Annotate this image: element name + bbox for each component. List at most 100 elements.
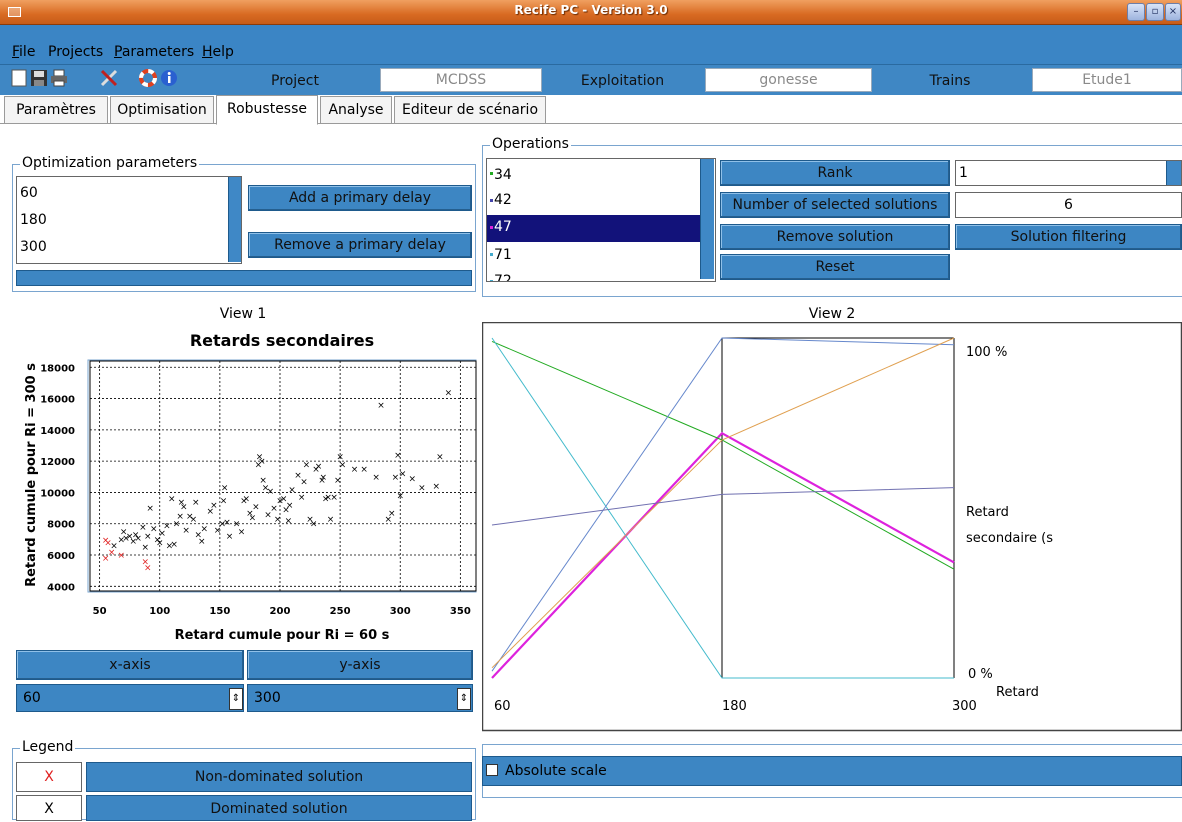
data-point: × xyxy=(252,503,260,513)
y-tick-label: 6000 xyxy=(47,551,75,562)
menu-parameters[interactable]: Parameters xyxy=(114,44,194,60)
rank-spinner[interactable]: 1 xyxy=(955,160,1182,186)
new-file-icon[interactable] xyxy=(10,69,28,87)
y-axis-select[interactable]: 300 xyxy=(247,684,473,712)
tools-icon[interactable] xyxy=(100,69,118,87)
project-field[interactable]: MCDSS xyxy=(380,68,542,92)
y-tick-label: 18000 xyxy=(40,363,75,374)
x-axis-select[interactable]: 60 xyxy=(16,684,244,712)
list-item-selected[interactable]: 47 xyxy=(487,215,701,242)
menu-projects[interactable]: Projects xyxy=(48,44,103,60)
scatter-chart: Retards secondaires 50 100 150 200 250 300 350… xyxy=(24,331,477,643)
data-point: × xyxy=(176,512,184,522)
remove-solution-button[interactable]: Remove solution xyxy=(720,224,950,250)
data-point: × xyxy=(150,524,158,534)
x-tick-label: 150 xyxy=(209,606,230,617)
data-point: × xyxy=(372,473,380,483)
data-point: × xyxy=(192,498,200,508)
minimize-icon[interactable]: – xyxy=(1127,3,1145,21)
maximize-icon[interactable]: ▫ xyxy=(1146,3,1164,21)
chart-title: Retards secondaires xyxy=(190,331,374,350)
data-point: × xyxy=(226,532,234,542)
view1-title: View 1 xyxy=(219,306,267,322)
x-tick-label: 250 xyxy=(330,606,351,617)
data-point: × xyxy=(156,538,164,548)
tab-parametres[interactable]: Paramètres xyxy=(4,96,108,124)
x-axis-header: x-axis xyxy=(16,650,244,680)
menu-file[interactable]: File xyxy=(12,44,35,60)
legend-label-nondominated: Non-dominated solution xyxy=(86,762,472,792)
y-select-arrows-icon[interactable]: ⇕ xyxy=(457,688,471,710)
data-point: × xyxy=(334,476,342,486)
remove-primary-delay-button[interactable]: Remove a primary delay xyxy=(248,232,472,258)
close-icon[interactable]: × xyxy=(1165,3,1181,21)
list-item[interactable]: 180 xyxy=(20,212,47,228)
data-point: × xyxy=(258,457,266,467)
list-item[interactable]: 42 xyxy=(487,188,701,215)
view2-title: View 2 xyxy=(808,306,856,322)
rank-label: Rank xyxy=(720,160,950,186)
reset-button[interactable]: Reset xyxy=(720,254,950,280)
x-select-arrows-icon[interactable]: ⇕ xyxy=(229,688,243,710)
tab-editeur[interactable]: Editeur de scénario xyxy=(394,96,546,124)
x-tick-label: 200 xyxy=(270,606,291,617)
trains-field[interactable]: Etude1 xyxy=(1032,68,1182,92)
lifebuoy-icon[interactable] xyxy=(139,69,157,87)
x-tick-label: 350 xyxy=(450,606,471,617)
tab-analyse[interactable]: Analyse xyxy=(320,96,392,124)
solution-filtering-button[interactable]: Solution filtering xyxy=(955,224,1182,250)
exploitation-field[interactable]: gonesse xyxy=(705,68,872,92)
data-point: × xyxy=(285,517,293,527)
x-axis-label: Retard xyxy=(996,685,1039,700)
print-icon[interactable] xyxy=(50,69,68,87)
x-tick-label: 100 xyxy=(149,606,170,617)
list-item[interactable]: 60 xyxy=(20,185,38,201)
tab-robustesse[interactable]: Robustesse xyxy=(216,95,318,125)
legend-symbol-nondominated: X xyxy=(16,762,82,792)
data-point: × xyxy=(243,495,251,505)
data-point: × xyxy=(433,482,441,492)
list-item[interactable]: 71 xyxy=(487,242,701,269)
data-point: × xyxy=(330,493,338,503)
list-item[interactable]: 34 xyxy=(487,161,701,188)
add-primary-delay-button[interactable]: Add a primary delay xyxy=(248,185,472,211)
rank-stepper-icon[interactable] xyxy=(1166,161,1181,185)
list-item[interactable]: 300 xyxy=(20,239,47,255)
absolute-scale-checkbox[interactable] xyxy=(486,764,498,776)
data-point: × xyxy=(436,452,444,462)
operations-list[interactable]: 34 42 47 71 72 xyxy=(486,158,716,282)
data-point: × xyxy=(445,388,453,398)
data-point: × xyxy=(144,564,152,574)
data-point: × xyxy=(198,537,206,547)
data-point: × xyxy=(339,460,347,470)
data-point: × xyxy=(396,492,404,502)
num-selected-label: Number of selected solutions xyxy=(720,192,950,218)
y-axis-label-1: Retard xyxy=(966,505,1009,520)
list-item[interactable]: 72 xyxy=(487,269,701,281)
delay-list-scrollbar[interactable] xyxy=(228,177,241,262)
info-icon[interactable] xyxy=(160,69,178,87)
data-point: × xyxy=(298,493,306,503)
optimization-title: Optimization parameters xyxy=(20,155,200,171)
data-point: × xyxy=(190,515,198,525)
parallel-chart: 100 % 0 % Retard secondaire (s Retard 60… xyxy=(482,322,1182,732)
trains-label: Trains xyxy=(929,73,971,89)
save-icon[interactable] xyxy=(30,69,48,87)
data-point: × xyxy=(142,543,150,553)
delay-list[interactable]: 60 180 300 xyxy=(16,176,242,264)
data-point: × xyxy=(360,465,368,475)
x-tick-label: 50 xyxy=(93,606,107,617)
operations-title: Operations xyxy=(490,136,571,152)
menu-help[interactable]: Help xyxy=(202,44,234,60)
data-point: × xyxy=(170,540,178,550)
y-tick-label: 8000 xyxy=(47,520,75,531)
data-point: × xyxy=(146,504,154,514)
tab-optimisation[interactable]: Optimisation xyxy=(110,96,214,124)
data-point: × xyxy=(288,485,296,495)
operations-list-scrollbar[interactable] xyxy=(700,159,714,279)
data-point: × xyxy=(303,460,311,470)
project-label: Project xyxy=(271,73,319,89)
x-tick-label: 60 xyxy=(494,699,511,714)
y-tick-label: 4000 xyxy=(47,582,75,593)
optimization-bar[interactable] xyxy=(16,270,472,286)
